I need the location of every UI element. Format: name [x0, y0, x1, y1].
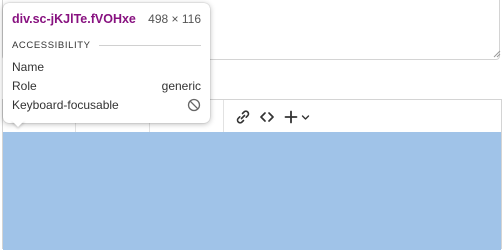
accessibility-row-keyboard-focusable: Keyboard-focusable: [12, 95, 201, 114]
section-divider: [98, 45, 201, 46]
inspect-tooltip: div.sc-jKJlTe.fVOHxe 498 × 116 ACCESSIBI…: [3, 3, 210, 123]
accessibility-row-role: Role generic: [12, 76, 201, 95]
element-dimensions: 498 × 116: [148, 12, 201, 26]
resize-grip-icon[interactable]: [493, 50, 501, 58]
section-title: ACCESSIBILITY: [12, 40, 91, 51]
code-button[interactable]: [259, 109, 275, 125]
row-label: Keyboard-focusable: [12, 97, 119, 112]
link-icon: [236, 110, 250, 124]
row-label: Name: [12, 59, 45, 74]
accessibility-section-header: ACCESSIBILITY: [12, 40, 201, 51]
tooltip-arrow: [11, 120, 25, 127]
insert-menu-button[interactable]: [283, 109, 311, 125]
not-allowed-icon: [187, 98, 201, 111]
link-button[interactable]: [235, 109, 251, 125]
tooltip-header: div.sc-jKJlTe.fVOHxe 498 × 116: [12, 12, 201, 26]
element-selector: div.sc-jKJlTe.fVOHxe: [12, 12, 136, 26]
row-value: generic: [161, 78, 201, 93]
accessibility-row-name: Name: [12, 57, 201, 76]
plus-icon: [284, 110, 298, 124]
accessibility-rows: Name Role generic Keyboard-focusable: [12, 57, 201, 114]
chevron-down-icon: [301, 114, 310, 120]
inspected-element-highlight: [3, 132, 501, 250]
code-icon: [260, 112, 274, 122]
row-label: Role: [12, 78, 37, 93]
